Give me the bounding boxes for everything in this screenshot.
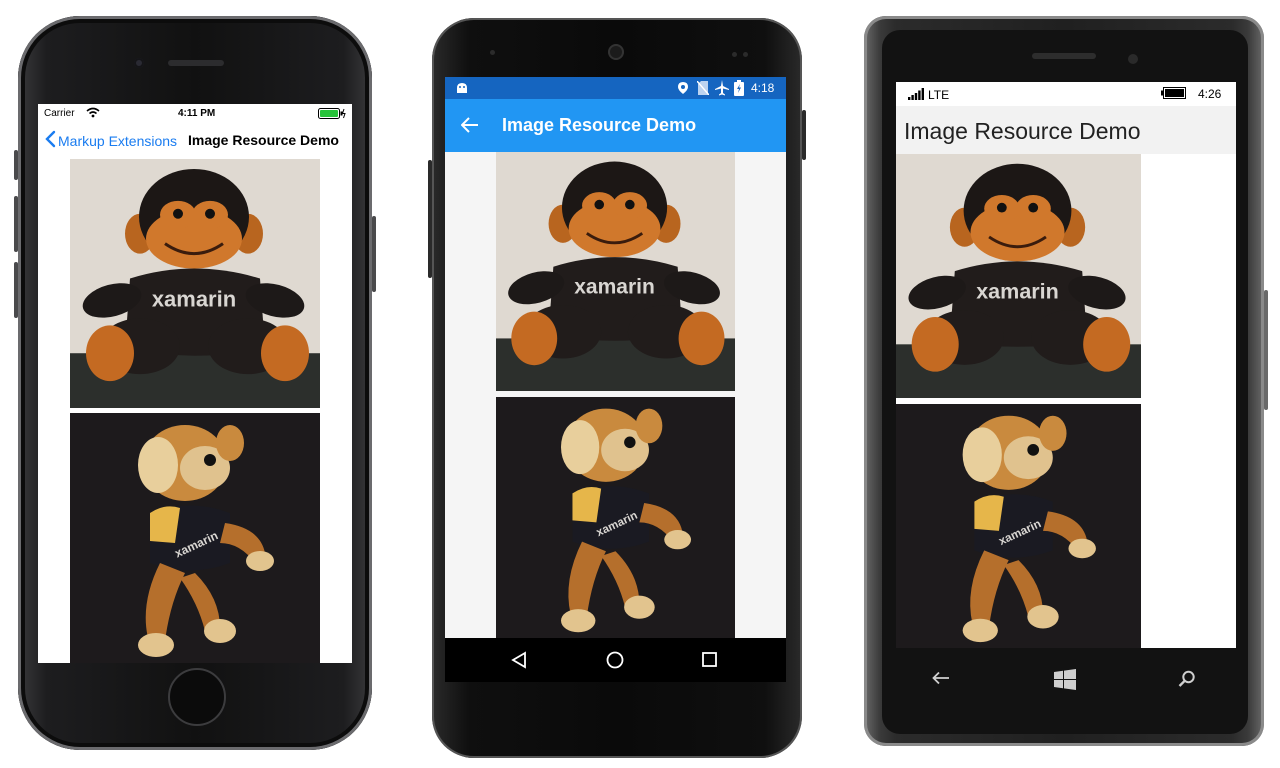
android-navigation-bar (445, 638, 786, 682)
monkey-photo-2 (896, 404, 1141, 648)
front-camera (1128, 54, 1138, 64)
monkey-photo-1 (70, 159, 320, 408)
nav-home-icon[interactable] (606, 651, 624, 674)
windows-page-header: Image Resource Demo (896, 106, 1236, 154)
android-status-bar: 4:18 (445, 77, 786, 99)
mute-switch (14, 150, 18, 180)
front-camera (134, 58, 144, 68)
windows-search-icon[interactable] (1178, 670, 1196, 693)
battery-icon (1161, 87, 1187, 102)
back-button-label: Markup Extensions (58, 132, 178, 149)
volume-rocker (428, 160, 432, 278)
monkey-photo-2 (70, 413, 320, 663)
battery-icon (318, 108, 346, 122)
chevron-left-icon (44, 130, 56, 151)
page-title: Image Resource Demo (502, 115, 697, 135)
monkey-photo-1 (896, 154, 1141, 398)
nav-back-icon[interactable] (511, 651, 527, 674)
back-button[interactable]: Markup Extensions (44, 130, 177, 151)
signal-icon (908, 88, 924, 103)
monkey-photo-1 (496, 152, 735, 391)
ios-screen: Carrier 4:11 PM Markup Extensions Image … (38, 104, 352, 663)
side-buttons (1264, 290, 1268, 410)
page-title: Image Resource Demo (904, 118, 1141, 144)
airplane-icon (715, 80, 729, 99)
monkey-photo-2 (496, 397, 735, 638)
power-button (372, 216, 376, 292)
no-sim-icon (696, 80, 710, 98)
volume-down-button (14, 262, 18, 318)
battery-icon (734, 80, 744, 99)
sensor (732, 52, 737, 57)
windows-back-icon[interactable] (932, 671, 950, 690)
wifi-icon (86, 107, 100, 121)
back-arrow-icon[interactable] (460, 117, 479, 138)
ios-status-bar: Carrier 4:11 PM (38, 104, 352, 124)
android-icon (455, 81, 469, 98)
android-time: 4:18 (751, 81, 775, 95)
front-camera (490, 50, 495, 55)
windows-screen: LTE 4:26 Image Resource Demo (896, 82, 1236, 648)
page-title: Image Resource Demo (188, 132, 339, 148)
windows-start-icon[interactable] (1054, 669, 1076, 696)
home-button[interactable] (168, 668, 226, 726)
android-toolbar: Image Resource Demo (445, 99, 786, 152)
earpiece-speaker (168, 60, 224, 66)
earpiece-speaker (608, 44, 624, 60)
sensor (743, 52, 748, 57)
volume-up-button (14, 196, 18, 252)
nav-recents-icon[interactable] (702, 652, 717, 672)
ios-time: 4:11 PM (178, 108, 216, 119)
windows-time: 4:26 (1198, 87, 1222, 101)
carrier-label: Carrier (44, 108, 75, 119)
network-label: LTE (928, 88, 950, 102)
ios-navigation-bar: Markup Extensions Image Resource Demo (38, 124, 352, 156)
earpiece-speaker (1032, 53, 1096, 59)
location-icon (677, 81, 689, 98)
android-screen: 4:18 Image Resource Demo (445, 77, 786, 682)
power-button (802, 110, 806, 160)
windows-status-bar: LTE 4:26 (896, 82, 1236, 106)
